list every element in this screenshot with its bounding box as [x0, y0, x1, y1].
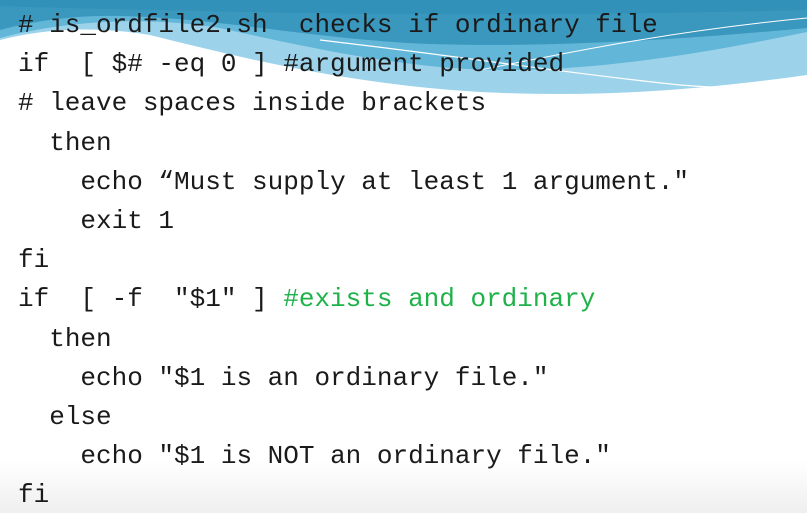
code-line: else — [49, 401, 112, 432]
code-line: echo "$1 is an ordinary file." — [80, 362, 549, 393]
code-line: echo “Must supply at least 1 argument." — [80, 166, 689, 197]
code-line: # is_ordfile2.sh checks if ordinary file — [18, 10, 658, 40]
code-line: then — [49, 323, 112, 354]
code-line: if [ $# -eq 0 ] #argument provided — [18, 49, 565, 80]
code-line: then — [49, 127, 112, 158]
code-line: fi — [18, 245, 50, 276]
code-block: # is_ordfile2.sh checks if ordinary file… — [18, 6, 689, 515]
code-line: echo "$1 is NOT an ordinary file." — [80, 441, 611, 472]
code-comment: #exists and ordinary — [283, 284, 596, 315]
code-line: # leave spaces inside brackets — [18, 88, 487, 119]
code-line: fi — [18, 480, 50, 511]
code-line: if [ -f "$1" ] #exists and ordinary — [18, 284, 596, 315]
code-line: exit 1 — [80, 205, 175, 236]
